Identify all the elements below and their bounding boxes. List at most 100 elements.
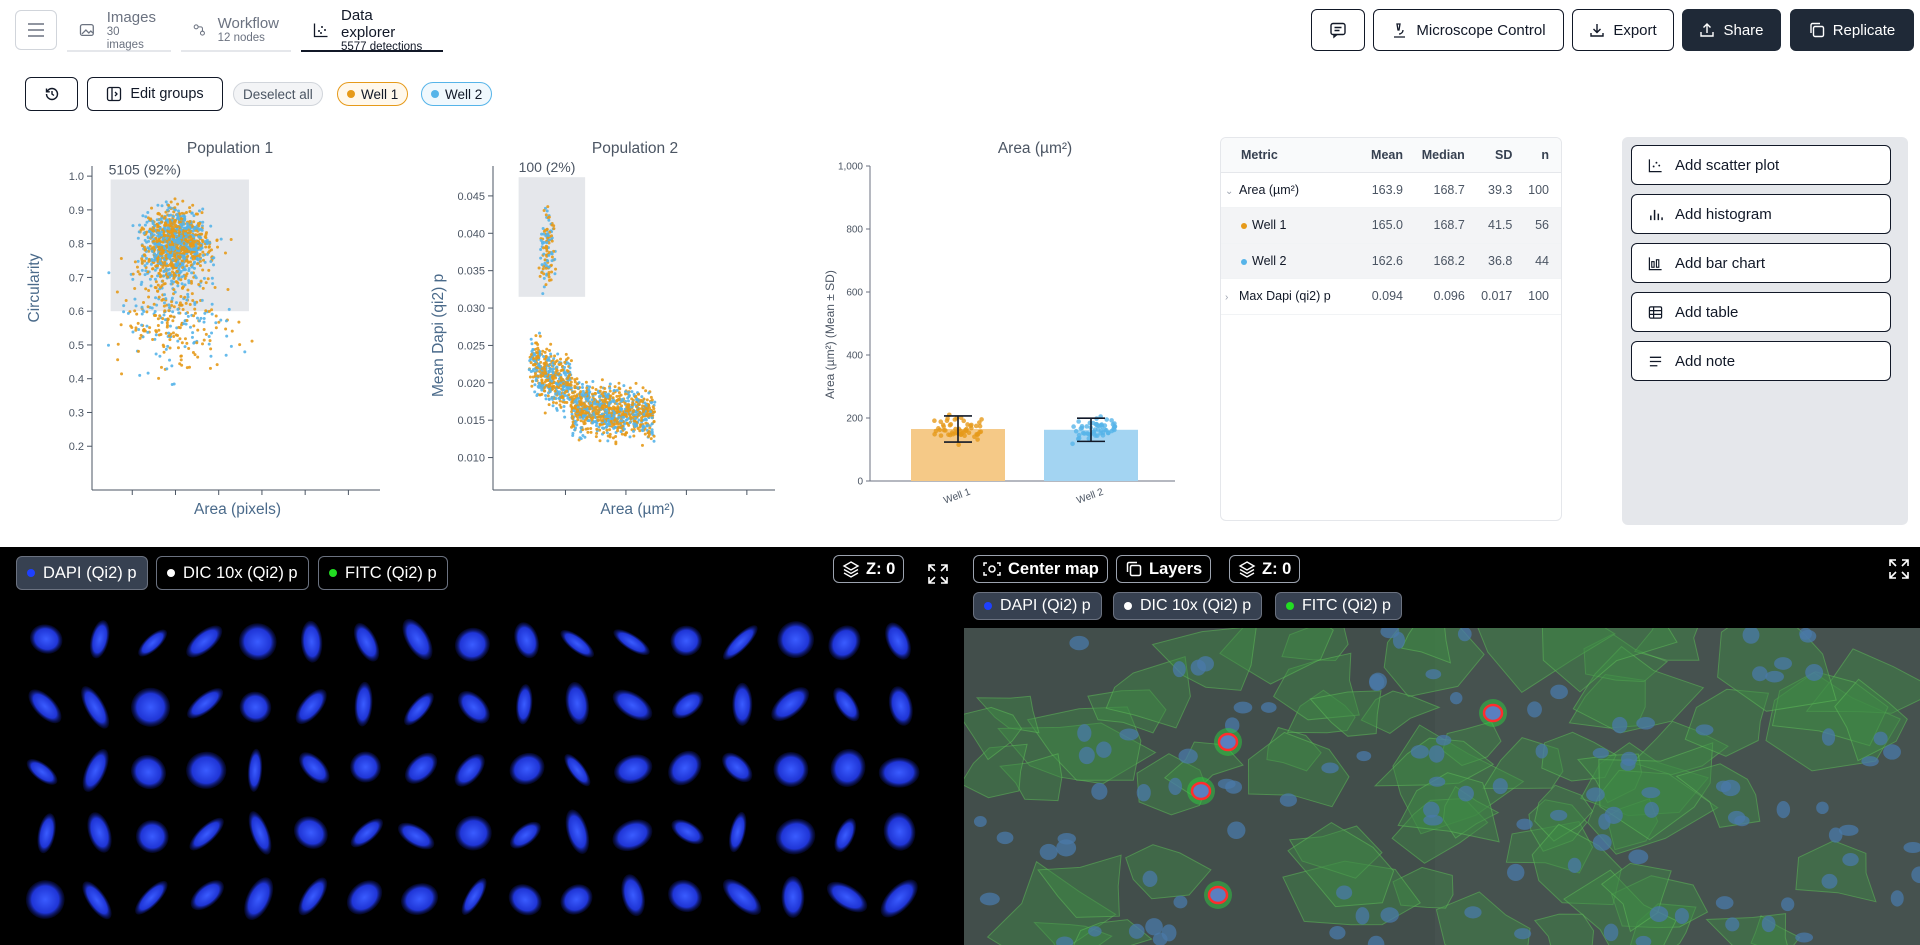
comments-button[interactable]	[1311, 9, 1365, 51]
scatter-point	[542, 354, 546, 358]
export-button[interactable]: Export	[1572, 9, 1674, 51]
nucleus-thumbnail	[353, 623, 380, 662]
scatter-point	[199, 243, 203, 247]
scatter-point	[120, 372, 124, 376]
table-row[interactable]: › Max Dapi (qi2) p 0.094 0.096 0.017 100	[1221, 278, 1561, 315]
scatter-point	[651, 405, 655, 409]
tab-images[interactable]: Images 30 images	[67, 9, 171, 52]
scatter-point	[141, 214, 145, 218]
scatter-point	[133, 309, 137, 313]
nucleus	[1861, 756, 1879, 767]
scatter-point	[183, 238, 187, 242]
menu-button[interactable]	[15, 10, 57, 50]
table-row[interactable]: ⌄ Area (µm²) 163.9 168.7 39.3 100	[1221, 172, 1561, 208]
add-note-button[interactable]: Add note	[1631, 341, 1891, 381]
nucleus	[1136, 783, 1151, 802]
scatter-point	[214, 321, 218, 325]
history-button[interactable]	[25, 77, 78, 111]
scatter-point	[550, 259, 554, 263]
scatter-point	[163, 215, 167, 219]
scatter-point	[179, 242, 183, 246]
expand-chevron-icon[interactable]: ›	[1225, 292, 1239, 303]
scatter-point	[170, 300, 174, 304]
add-table-button[interactable]: Add table	[1631, 292, 1891, 332]
population-1-scatter-plot[interactable]: 5105 (92%)1,0002,0003,0004,0005,0006,000…	[50, 158, 380, 498]
nucleus-thumbnail	[613, 629, 650, 656]
scatter-point	[575, 415, 579, 419]
channel-toggle-dic[interactable]: DIC 10x (Qi2) p	[156, 556, 309, 590]
scatter-point	[534, 334, 538, 338]
y-tick-label: 0.6	[69, 306, 84, 318]
nucleus-thumbnail	[614, 754, 653, 785]
group-chip-well-1[interactable]: Well 1	[337, 82, 409, 106]
scatter-point	[180, 217, 184, 221]
population-2-scatter-plot[interactable]: 100 (2%)2004006008000.0100.0150.0200.025…	[440, 158, 780, 498]
scatter-point	[563, 365, 567, 369]
scatter-point	[542, 276, 546, 280]
fullscreen-icon[interactable]	[927, 563, 949, 590]
nucleus-thumbnail	[135, 880, 168, 915]
share-button[interactable]: Share	[1682, 9, 1781, 51]
table-row[interactable]: Well 2 162.6 168.2 36.8 44	[1221, 243, 1561, 279]
table-row[interactable]: Well 1 165.0 168.7 41.5 56	[1221, 207, 1561, 244]
scatter-point	[561, 382, 565, 386]
nuclei-gallery[interactable]	[20, 610, 940, 945]
map-z-slice-control[interactable]: Z: 0	[1229, 555, 1301, 583]
center-map-button[interactable]: Center map	[973, 555, 1108, 583]
scatter-point	[637, 407, 641, 411]
scatter-point	[163, 227, 167, 231]
map-channel-toggle-fitc[interactable]: FITC (Qi2) p	[1275, 592, 1402, 620]
scatter-point	[590, 398, 594, 402]
channel-toggle-fitc[interactable]: FITC (Qi2) p	[318, 556, 448, 590]
tab-workflow[interactable]: Workflow 12 nodes	[181, 10, 291, 52]
scatter-point	[155, 218, 159, 222]
channel-toggle-dapi[interactable]: DAPI (Qi2) p	[16, 556, 148, 590]
scatter-point	[613, 385, 617, 389]
map-channel-toggle-dic[interactable]: DIC 10x (Qi2) p	[1113, 592, 1263, 620]
map-channel-toggle-dapi[interactable]: DAPI (Qi2) p	[973, 592, 1102, 620]
scatter-point	[565, 383, 569, 387]
scatter-point	[183, 277, 187, 281]
scatter-point	[576, 409, 580, 413]
map-fullscreen-icon[interactable]	[1888, 558, 1910, 585]
bar-chart-title: Area (µm²)	[997, 140, 1073, 157]
group-chip-well-1-label: Well 1	[361, 86, 399, 102]
add-table-label: Add table	[1675, 303, 1739, 321]
scatter-point	[543, 261, 547, 265]
scatter-point	[529, 357, 533, 361]
tab-data-explorer[interactable]: Data explorer 5577 detections	[301, 7, 443, 53]
add-bar-chart-button[interactable]: Add bar chart	[1631, 243, 1891, 283]
data-point	[1076, 432, 1082, 438]
add-scatter-plot-button[interactable]: Add scatter plot	[1631, 145, 1891, 185]
scatter-point	[209, 354, 213, 358]
deselect-all-button[interactable]: Deselect all	[233, 82, 323, 106]
layers-button[interactable]: Layers	[1116, 555, 1212, 583]
replicate-button[interactable]: Replicate	[1790, 9, 1914, 51]
scatter-point	[641, 429, 645, 433]
scatter-point	[632, 409, 636, 413]
collapse-chevron-icon[interactable]: ⌄	[1225, 186, 1239, 197]
nucleus	[1429, 776, 1446, 787]
scatter-point	[572, 424, 576, 428]
scatter-point	[635, 398, 639, 402]
scatter-point	[160, 246, 164, 250]
scatter-point	[152, 302, 156, 306]
scatter-point	[544, 354, 548, 358]
scatter-point	[184, 235, 188, 239]
area-bar-chart[interactable]: 0 200 400 600 800 1,000 Well 1 Well 2	[835, 158, 1185, 513]
scatter-point	[550, 375, 554, 379]
scatter-point	[151, 337, 155, 341]
microscope-map-view[interactable]	[964, 628, 1920, 945]
scatter-point	[168, 324, 172, 328]
scatter-point	[193, 307, 197, 311]
z-slice-control[interactable]: Z: 0	[833, 555, 905, 583]
group-chip-well-2[interactable]: Well 2	[421, 82, 493, 106]
scatter-point	[588, 385, 592, 389]
scatter-point	[616, 429, 620, 433]
add-histogram-button[interactable]: Add histogram	[1631, 194, 1891, 234]
edit-groups-button[interactable]: Edit groups	[87, 77, 223, 111]
scatter-point	[176, 202, 180, 206]
data-point	[1111, 424, 1117, 430]
microscope-control-button[interactable]: Microscope Control	[1373, 9, 1564, 51]
export-label: Export	[1613, 21, 1657, 39]
